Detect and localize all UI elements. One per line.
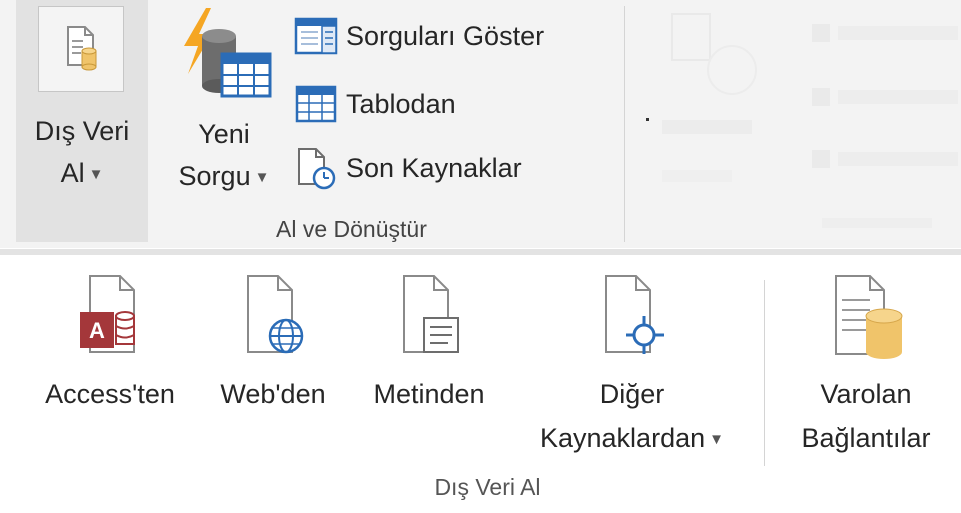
panel-separator xyxy=(764,280,765,466)
query-pane-icon xyxy=(294,17,338,55)
ribbon-dropdown-divider xyxy=(0,249,961,255)
other-sources-icon xyxy=(605,275,664,354)
existing-connections-icon xyxy=(835,275,903,359)
recent-sources-label: Son Kaynaklar xyxy=(346,152,522,183)
show-queries-label: Sorguları Göster xyxy=(346,20,545,51)
external-data-group-text: Dış Veri Al xyxy=(434,474,541,500)
obscured-connections-group xyxy=(632,0,961,248)
from-table-button[interactable]: Tablodan xyxy=(294,82,456,126)
from-web-label: Web'den xyxy=(220,379,326,409)
show-queries-button[interactable]: Sorguları Göster xyxy=(294,14,544,58)
chevron-down-icon: ▼ xyxy=(88,165,104,183)
get-external-data-button[interactable]: Dış Veri Al ▼ xyxy=(16,0,148,242)
recent-sources-button[interactable]: Son Kaynaklar xyxy=(294,146,522,190)
new-query-label-line2: Sorgu ▼ xyxy=(160,157,288,197)
lightning-database-icon xyxy=(184,8,272,98)
existing-connections-label-line1: Varolan xyxy=(820,379,912,409)
from-text-label: Metinden xyxy=(373,379,485,409)
access-icon: A xyxy=(80,275,135,353)
chevron-down-icon: ▼ xyxy=(709,430,724,448)
database-document-icon xyxy=(38,6,124,92)
table-icon xyxy=(295,85,337,123)
new-query-label-text: Sorgu xyxy=(178,161,251,191)
from-other-sources-label-line2: Kaynaklardan ▼ xyxy=(512,418,752,460)
existing-connections-label-line2: Bağlantılar xyxy=(801,423,931,453)
from-other-sources-text: Kaynaklardan xyxy=(540,423,706,453)
svg-text:A: A xyxy=(89,318,105,343)
from-access-button[interactable]: A Access'ten xyxy=(28,272,192,472)
get-transform-group-label: Al ve Dönüştür xyxy=(276,216,427,242)
recent-document-icon xyxy=(298,148,336,190)
get-data-label-text: Al xyxy=(60,158,85,188)
from-other-sources-label-line1: Diğer xyxy=(599,379,665,409)
get-data-label-line1: Dış Veri xyxy=(34,116,130,146)
web-document-icon xyxy=(247,275,304,354)
ribbon-data-tab: Dış Veri Al ▼ Yeni Sorgu ▼ Sorguları Gös… xyxy=(0,0,961,248)
existing-connections-button[interactable]: Varolan Bağlantılar xyxy=(776,272,956,472)
new-query-label-line1: Yeni xyxy=(198,119,250,149)
new-query-button[interactable]: Yeni Sorgu ▼ xyxy=(160,0,288,200)
from-text-button[interactable]: Metinden xyxy=(352,272,506,472)
faded-icons-decoration xyxy=(646,13,958,228)
from-web-button[interactable]: Web'den xyxy=(200,272,346,472)
from-other-sources-button[interactable]: Diğer Kaynaklardan ▼ xyxy=(512,272,752,472)
chevron-down-icon: ▼ xyxy=(254,168,270,186)
external-data-group-label: Dış Veri Al xyxy=(0,474,961,501)
from-table-label: Tablodan xyxy=(346,88,456,119)
get-data-label-line2: Al ▼ xyxy=(16,154,148,194)
text-document-icon xyxy=(403,275,459,353)
group-separator xyxy=(624,6,625,242)
from-access-label: Access'ten xyxy=(45,379,175,409)
